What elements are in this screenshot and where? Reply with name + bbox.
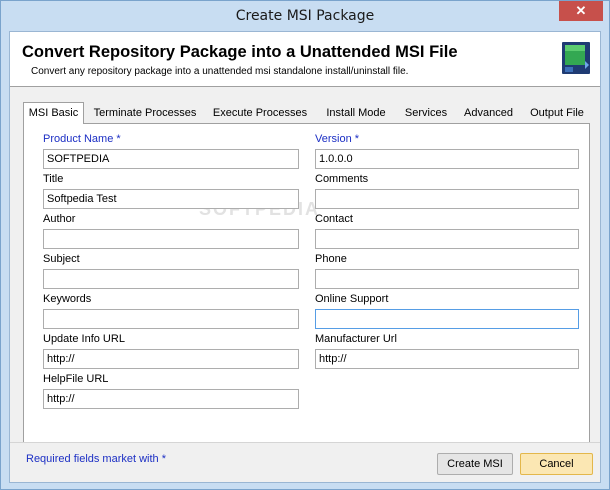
version-field[interactable]: [315, 149, 579, 169]
comments-field[interactable]: [315, 189, 579, 209]
subject-label: Subject: [43, 253, 80, 265]
phone-label: Phone: [315, 253, 347, 265]
create-msi-window: Create MSI Package ✕ Convert Repository …: [0, 0, 610, 490]
tab-strip: MSI Basic Terminate Processes Execute Pr…: [23, 102, 591, 124]
online-support-field[interactable]: [315, 309, 579, 329]
header-banner: Convert Repository Package into a Unatte…: [10, 32, 600, 87]
tab-services[interactable]: Services: [399, 104, 453, 123]
subject-field[interactable]: [43, 269, 299, 289]
author-field[interactable]: [43, 229, 299, 249]
helpfile-url-field[interactable]: [43, 389, 299, 409]
cancel-button[interactable]: Cancel: [520, 453, 593, 475]
update-info-url-field[interactable]: [43, 349, 299, 369]
tab-terminate-processes[interactable]: Terminate Processes: [86, 104, 204, 123]
tab-install-mode[interactable]: Install Mode: [316, 104, 396, 123]
contact-label: Contact: [315, 213, 353, 225]
tab-msi-basic[interactable]: MSI Basic: [23, 102, 84, 124]
keywords-label: Keywords: [43, 293, 92, 305]
manufacturer-url-field[interactable]: [315, 349, 579, 369]
update-info-url-label: Update Info URL: [43, 333, 125, 345]
header-subtitle: Convert any repository package into a un…: [31, 66, 409, 77]
keywords-field[interactable]: [43, 309, 299, 329]
footer-divider: [10, 442, 600, 443]
dialog-client: Convert Repository Package into a Unatte…: [9, 31, 601, 483]
helpfile-url-label: HelpFile URL: [43, 373, 109, 385]
product-name-field[interactable]: [43, 149, 299, 169]
phone-field[interactable]: [315, 269, 579, 289]
contact-field[interactable]: [315, 229, 579, 249]
msi-basic-panel: SOFTPEDIA Product Name * Title Author Su…: [23, 123, 590, 443]
comments-label: Comments: [315, 173, 369, 185]
create-msi-button[interactable]: Create MSI: [437, 453, 513, 475]
tab-advanced[interactable]: Advanced: [457, 104, 520, 123]
title-field[interactable]: [43, 189, 299, 209]
product-name-label: Product Name *: [43, 133, 121, 145]
online-support-label: Online Support: [315, 293, 389, 305]
tab-output-file[interactable]: Output File: [523, 104, 591, 123]
version-label: Version *: [315, 133, 360, 145]
title-label: Title: [43, 173, 64, 185]
tab-execute-processes[interactable]: Execute Processes: [208, 104, 312, 123]
close-icon[interactable]: ✕: [559, 1, 603, 21]
title-bar[interactable]: Create MSI Package ✕: [1, 1, 609, 31]
header-title: Convert Repository Package into a Unatte…: [22, 43, 458, 61]
author-label: Author: [43, 213, 76, 225]
window-title: Create MSI Package: [235, 8, 375, 24]
manufacturer-url-label: Manufacturer Url: [315, 333, 397, 345]
msi-package-icon: [562, 42, 590, 74]
required-fields-note: Required fields market with *: [26, 453, 167, 465]
